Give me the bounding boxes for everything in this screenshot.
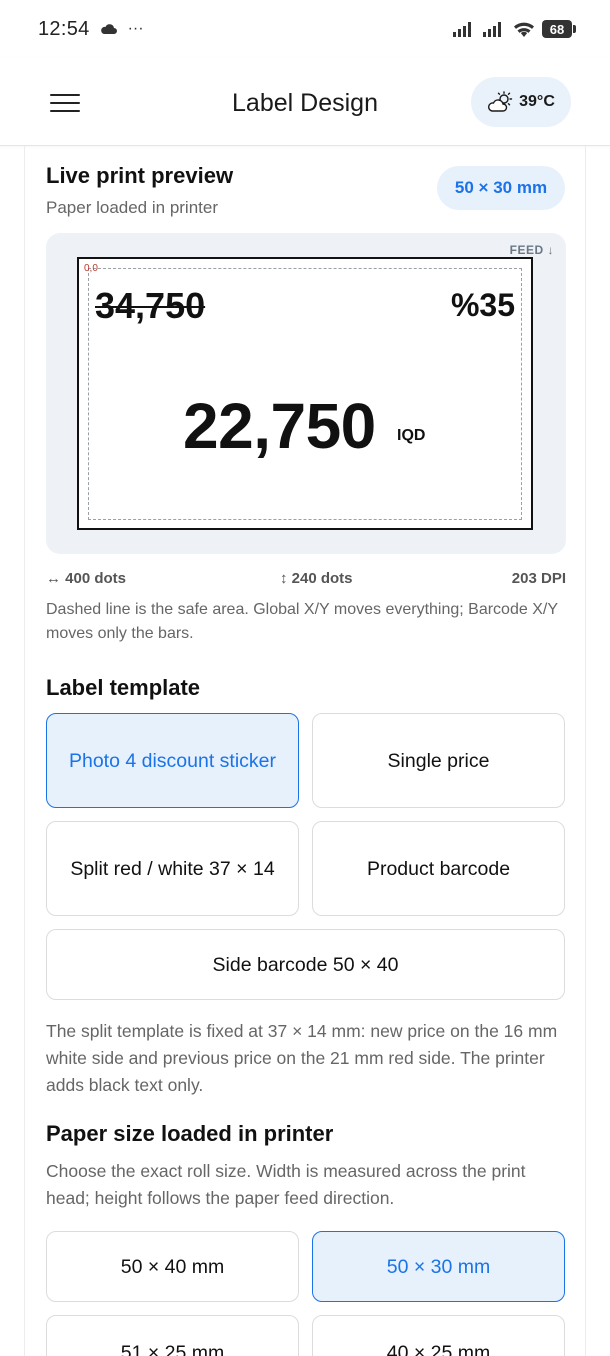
- hamburger-line: [50, 94, 80, 96]
- hamburger-line: [50, 110, 80, 112]
- paper-size-40x25[interactable]: 40 × 25 mm: [312, 1315, 565, 1356]
- template-title: Label template: [46, 675, 201, 700]
- discount-percent: %35: [450, 287, 515, 323]
- menu-button[interactable]: [50, 94, 80, 112]
- preview-subtitle: Paper loaded in printer: [46, 198, 219, 217]
- paper-size-51x25[interactable]: 51 × 25 mm: [46, 1315, 299, 1356]
- new-price: 22,750: [183, 390, 376, 462]
- wifi-icon: [512, 20, 536, 38]
- signal-icon: [452, 20, 476, 38]
- template-split[interactable]: Split red / white 37 × 14: [46, 821, 299, 916]
- weather-temp: 39°C: [519, 93, 555, 110]
- template-help: The split template is fixed at 37 × 14 m…: [46, 1021, 558, 1095]
- status-bar: 12:54 ··· 68: [0, 0, 610, 58]
- signal-icon-2: [482, 20, 506, 38]
- status-time: 12:54: [38, 17, 90, 40]
- preview-title: Live print preview: [46, 163, 234, 188]
- print-preview: FEED ↓ 0,0 34,750 %35 22,750 IQD: [46, 233, 566, 554]
- content-card: Live print preview Paper loaded in print…: [24, 146, 586, 1356]
- battery-icon: 68: [542, 20, 576, 38]
- partly-sunny-icon: [487, 91, 513, 113]
- app-bar: Label Design 39°C: [0, 58, 610, 146]
- width-dots: ↔ 400 dots: [46, 570, 127, 587]
- template-photo-discount[interactable]: Photo 4 discount sticker: [46, 713, 299, 808]
- hamburger-line: [50, 102, 80, 104]
- label-paper: 0,0 34,750 %35 22,750 IQD: [77, 257, 533, 530]
- dimensions-row: ↔ 400 dots ↕ 240 dots 203 DPI: [46, 570, 566, 590]
- preview-help: Dashed line is the safe area. Global X/Y…: [46, 601, 558, 642]
- old-price: 34,750: [95, 285, 206, 326]
- size-pill[interactable]: 50 × 30 mm: [437, 166, 565, 210]
- paper-size-help: Choose the exact roll size. Width is mea…: [46, 1161, 526, 1208]
- paper-size-title: Paper size loaded in printer: [46, 1121, 334, 1146]
- origin-label: 0,0: [84, 263, 98, 274]
- dpi-label: 203 DPI: [511, 570, 566, 587]
- status-left: 12:54 ···: [38, 18, 144, 41]
- cloud-icon: [100, 23, 118, 35]
- height-dots: ↕ 240 dots: [280, 570, 353, 587]
- overflow-indicator: ···: [127, 20, 144, 37]
- paper-size-50x40[interactable]: 50 × 40 mm: [46, 1231, 299, 1302]
- currency-label: IQD: [397, 427, 426, 444]
- template-side-barcode[interactable]: Side barcode 50 × 40: [46, 929, 565, 1000]
- paper-size-50x30[interactable]: 50 × 30 mm: [312, 1231, 565, 1302]
- weather-chip[interactable]: 39°C: [471, 77, 571, 127]
- feed-label: FEED ↓: [509, 243, 554, 257]
- template-single-price[interactable]: Single price: [312, 713, 565, 808]
- template-product-barcode[interactable]: Product barcode: [312, 821, 565, 916]
- status-right: 68: [452, 20, 576, 38]
